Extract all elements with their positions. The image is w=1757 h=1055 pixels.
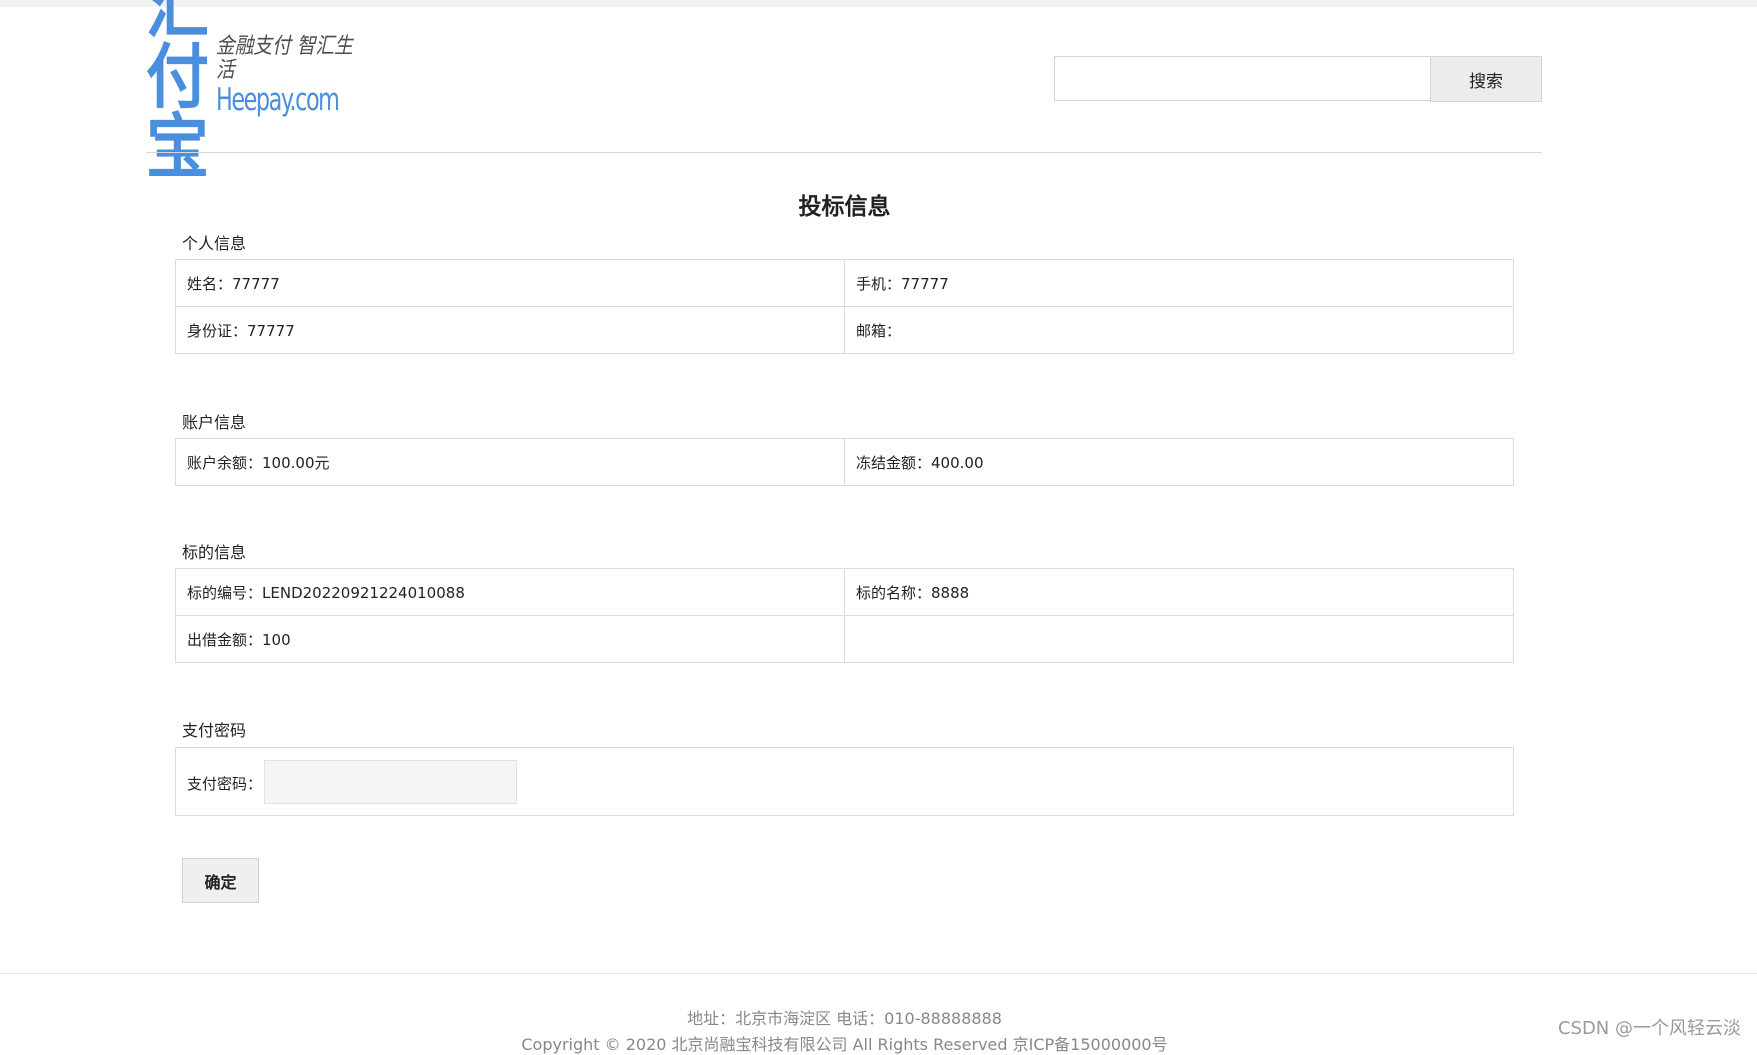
id-card-label: 身份证：	[187, 321, 248, 340]
email-cell: 邮箱：	[844, 306, 1514, 354]
frozen-value: 400.00	[931, 453, 984, 472]
section-title-password: 支付密码	[182, 721, 247, 740]
top-strip	[0, 0, 1757, 7]
pay-password-label: 支付密码：	[187, 775, 263, 793]
account-info-table: 账户余额：100.00元 冻结金额：400.00	[175, 438, 1514, 486]
invest-amount-value: 100	[262, 630, 291, 649]
mobile-label: 手机：	[856, 274, 902, 293]
section-title-personal: 个人信息	[182, 234, 247, 253]
lend-no-label: 标的编号：	[187, 583, 263, 602]
personal-info-table: 姓名：77777 手机：77777 身份证：77777 邮箱：	[175, 259, 1514, 354]
name-value: 77777	[232, 274, 280, 293]
email-label: 邮箱：	[856, 321, 902, 340]
balance-cell: 账户余额：100.00元	[175, 438, 845, 486]
table-row: 账户余额：100.00元 冻结金额：400.00	[175, 438, 1514, 486]
empty-cell	[844, 615, 1514, 663]
logo-slogan: 金融支付 智汇生活	[215, 33, 353, 84]
invest-amount-label: 出借金额：	[187, 630, 263, 649]
table-row: 标的编号：LEND20220921224010088 标的名称：8888	[175, 568, 1514, 616]
name-label: 姓名：	[187, 274, 233, 293]
footer-divider	[0, 973, 1757, 974]
footer-address: 地址：北京市海淀区 电话：010-88888888	[687, 1009, 1002, 1028]
confirm-button[interactable]: 确定	[182, 858, 259, 903]
section-title-account: 账户信息	[182, 413, 247, 432]
lend-no-value: LEND20220921224010088	[262, 583, 465, 602]
table-row: 姓名：77777 手机：77777	[175, 259, 1514, 307]
table-row: 身份证：77777 邮箱：	[175, 306, 1514, 354]
csdn-watermark: CSDN @一个风轻云淡	[1557, 1018, 1741, 1039]
heepay-logo[interactable]: 汇付宝 金融支付 智汇生活 Heepay.com	[146, 0, 386, 182]
section-title-lend: 标的信息	[182, 543, 247, 562]
mobile-value: 77777	[901, 274, 949, 293]
lend-name-cell: 标的名称：8888	[844, 568, 1514, 616]
frozen-cell: 冻结金额：400.00	[844, 438, 1514, 486]
pay-password-input[interactable]	[264, 760, 517, 804]
logo-domain: Heepay.com	[215, 82, 340, 119]
table-row: 出借金额：100	[175, 615, 1514, 663]
balance-value: 100.00元	[262, 453, 330, 472]
invest-amount-cell: 出借金额：100	[175, 615, 845, 663]
balance-label: 账户余额：	[187, 453, 263, 472]
search-button[interactable]: 搜索	[1430, 56, 1542, 102]
page-title: 投标信息	[798, 194, 891, 220]
lend-name-label: 标的名称：	[856, 583, 932, 602]
lend-info-table: 标的编号：LEND20220921224010088 标的名称：8888 出借金…	[175, 568, 1514, 663]
search-input[interactable]	[1054, 56, 1430, 101]
frozen-label: 冻结金额：	[856, 453, 932, 472]
footer-copyright: Copyright © 2020 北京尚融宝科技有限公司 All Rights …	[521, 1035, 1168, 1054]
mobile-cell: 手机：77777	[844, 259, 1514, 307]
id-card-value: 77777	[247, 321, 295, 340]
logo-name: 汇付宝	[146, 0, 209, 188]
lend-no-cell: 标的编号：LEND20220921224010088	[175, 568, 845, 616]
header-divider	[146, 152, 1542, 153]
logo-side: 金融支付 智汇生活 Heepay.com	[215, 33, 386, 119]
lend-name-value: 8888	[931, 583, 970, 602]
name-cell: 姓名：77777	[175, 259, 845, 307]
pay-password-box: 支付密码：	[175, 747, 1514, 816]
id-card-cell: 身份证：77777	[175, 306, 845, 354]
